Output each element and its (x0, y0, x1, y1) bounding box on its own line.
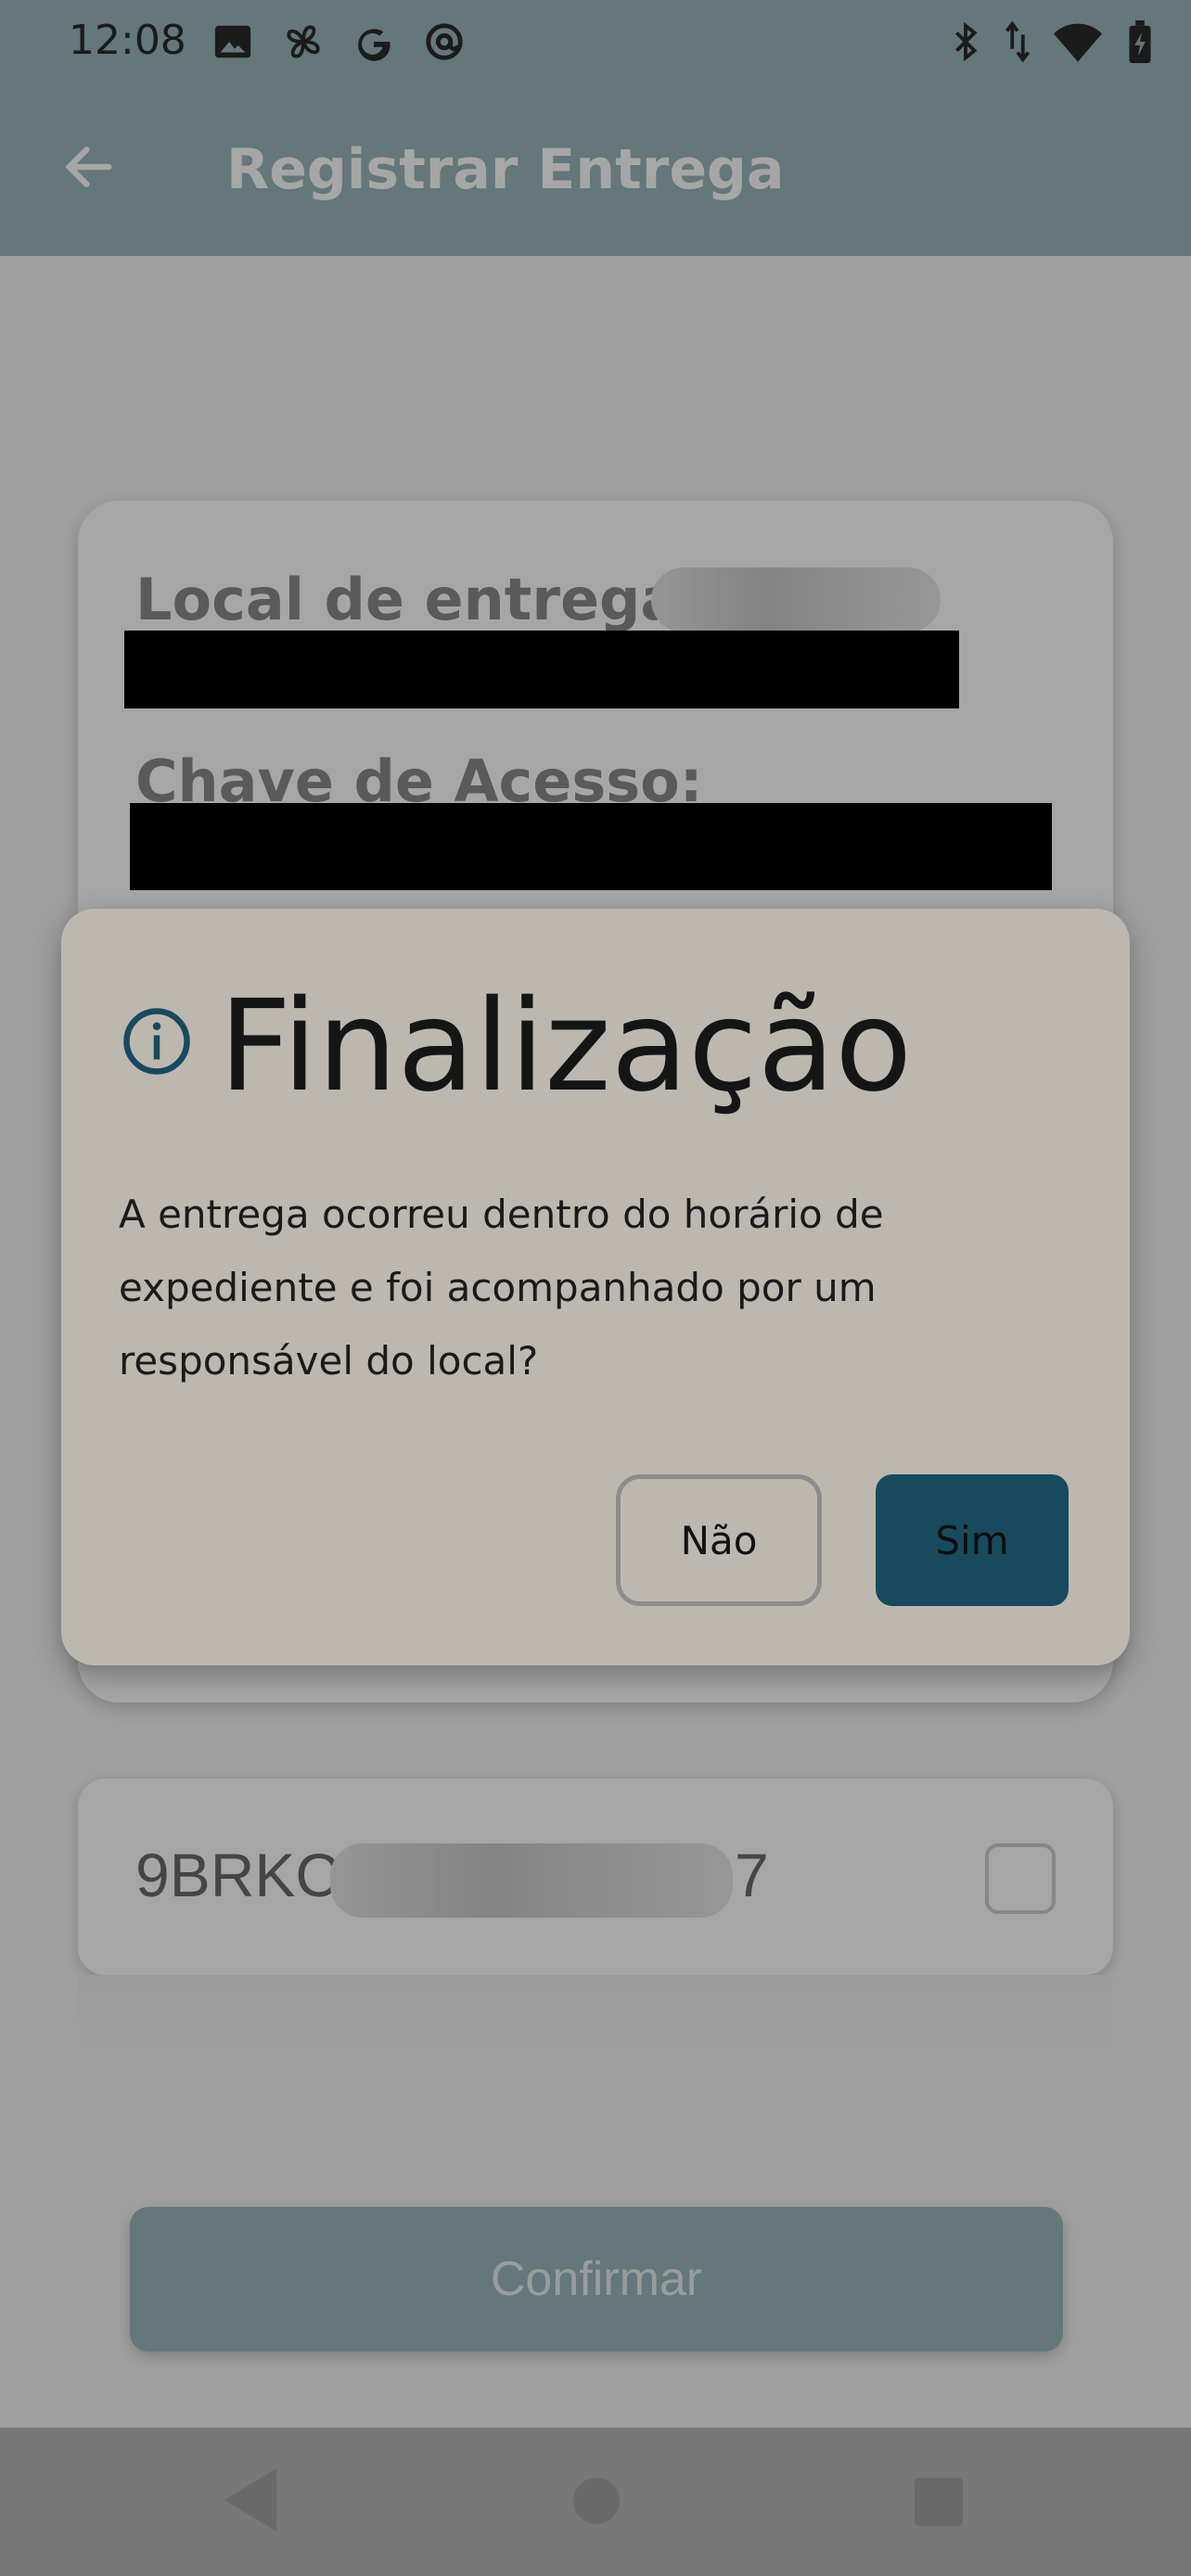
dialog-title: Finalização (219, 974, 913, 1120)
dialog-message: A entrega ocorreu dentro do horário de e… (119, 1192, 884, 1384)
yes-button[interactable]: Sim (876, 1474, 1069, 1606)
finalization-dialog: Finalização A entrega ocorreu dentro do … (61, 909, 1130, 1665)
no-button[interactable]: Não (616, 1474, 822, 1606)
info-icon (123, 1008, 190, 1075)
